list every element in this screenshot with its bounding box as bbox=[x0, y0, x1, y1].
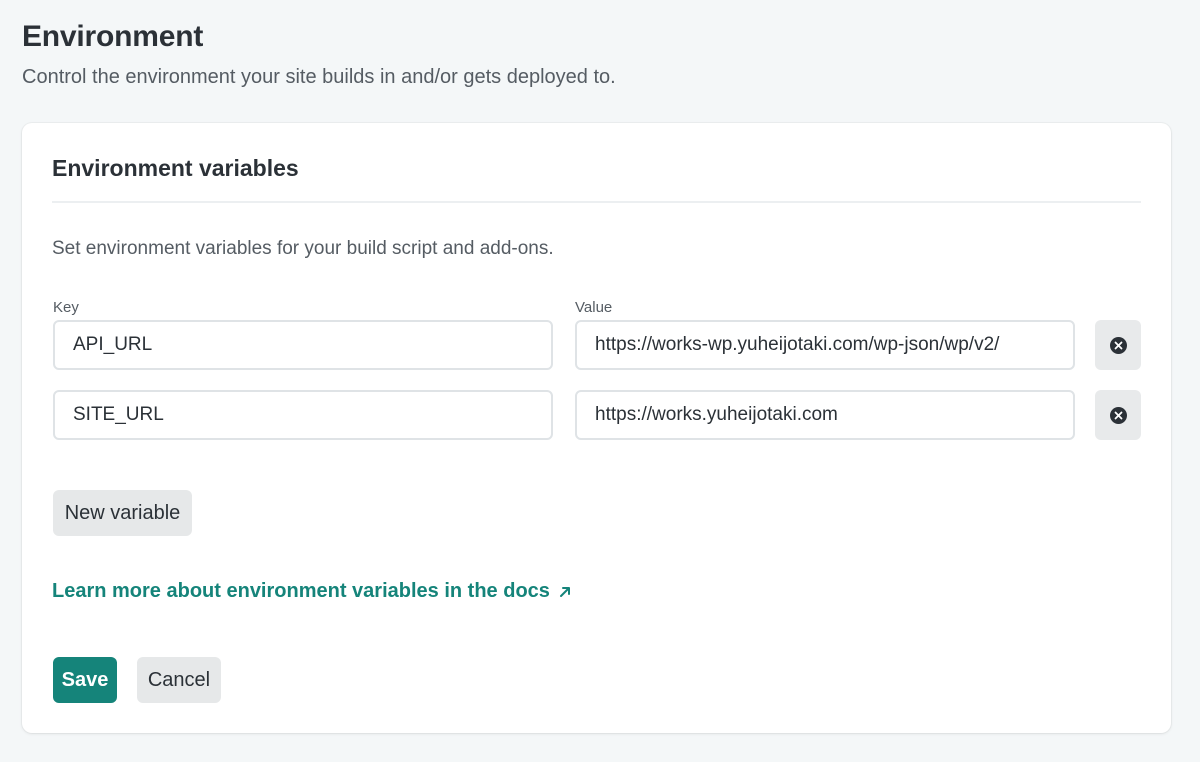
key-input-site-url[interactable]: SITE_URL bbox=[53, 390, 553, 440]
value-input-api-url[interactable]: https://works-wp.yuheijotaki.com/wp-json… bbox=[575, 320, 1075, 370]
page: Environment Control the environment your… bbox=[0, 0, 1200, 762]
docs-link[interactable]: Learn more about environment variables i… bbox=[52, 580, 572, 603]
close-circle-icon bbox=[1109, 336, 1127, 354]
close-circle-icon bbox=[1109, 406, 1127, 424]
page-title: Environment bbox=[22, 20, 204, 53]
arrow-up-right-icon bbox=[558, 585, 572, 599]
cancel-button[interactable]: Cancel bbox=[137, 657, 221, 703]
divider bbox=[52, 201, 1141, 203]
remove-variable-button[interactable] bbox=[1095, 320, 1141, 370]
value-label: Value bbox=[575, 299, 613, 316]
environment-variables-card: Environment variables Set environment va… bbox=[22, 123, 1171, 733]
key-label: Key bbox=[53, 299, 79, 316]
save-button[interactable]: Save bbox=[53, 657, 117, 703]
key-input-api-url[interactable]: API_URL bbox=[53, 320, 553, 370]
page-subtitle: Control the environment your site builds… bbox=[22, 66, 616, 88]
card-description: Set environment variables for your build… bbox=[52, 238, 554, 259]
docs-link-label: Learn more about environment variables i… bbox=[52, 580, 550, 602]
new-variable-button[interactable]: New variable bbox=[53, 490, 192, 536]
value-input-site-url[interactable]: https://works.yuheijotaki.com bbox=[575, 390, 1075, 440]
remove-variable-button[interactable] bbox=[1095, 390, 1141, 440]
card-title: Environment variables bbox=[52, 155, 299, 181]
